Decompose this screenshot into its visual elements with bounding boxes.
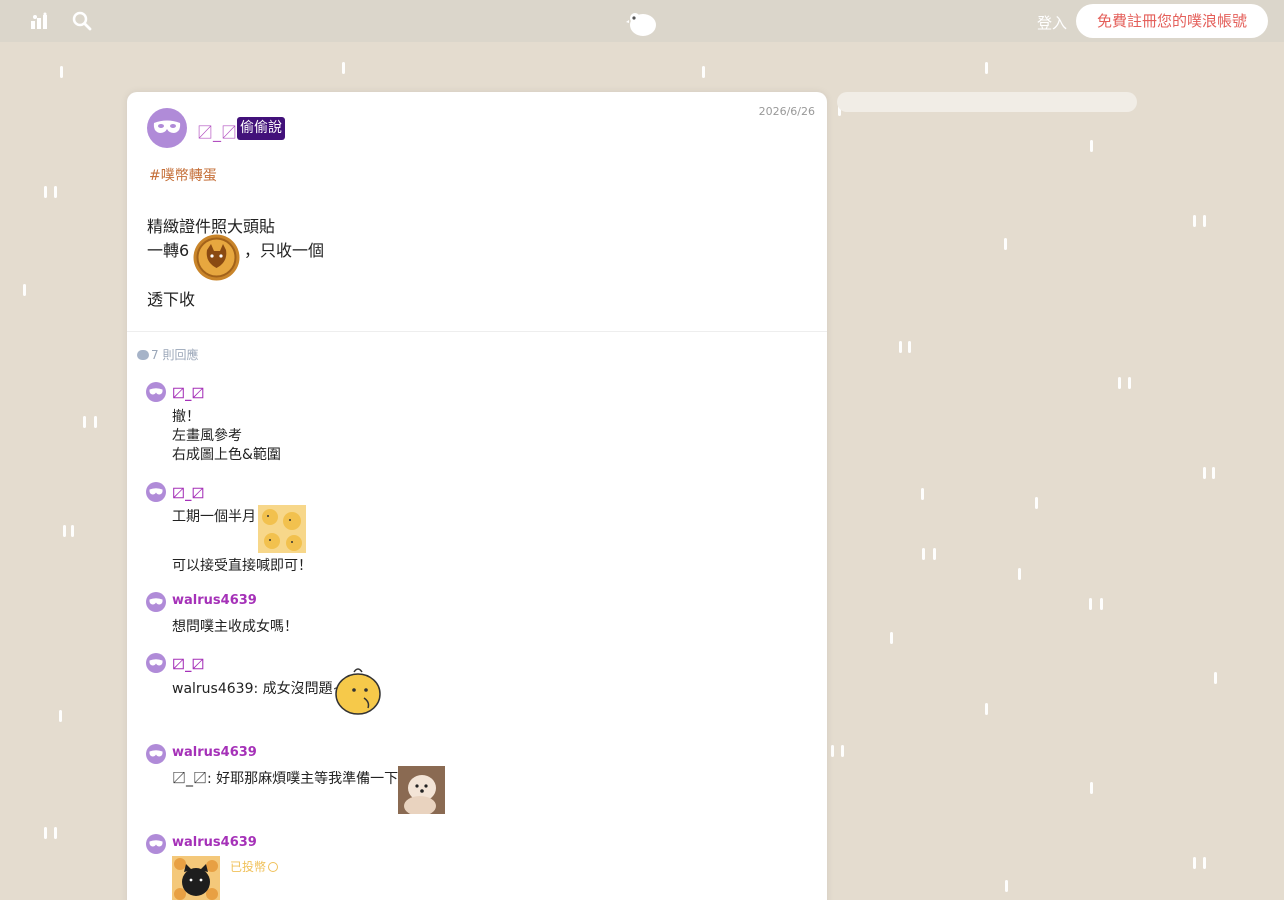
search-icon[interactable] [72,11,92,31]
post-text-line: 透下收 [147,290,196,309]
plurk-coin-icon [193,234,240,281]
post-date: 2026/6/26 [758,105,815,118]
plurk-logo-icon[interactable] [626,10,658,38]
mask-icon [149,659,163,666]
speech-bubble-icon [137,350,149,360]
hashtag-link[interactable]: #噗幣轉蛋 [149,165,217,185]
duck-sticker-pattern[interactable] [258,505,306,557]
mask-icon [149,750,163,757]
reply-author[interactable]: walrus4639 [172,835,257,850]
mask-icon [153,120,181,133]
mask-icon [149,388,163,395]
avatar[interactable] [147,108,187,148]
signup-button[interactable]: 免費註冊您的噗浪帳號 [1076,4,1268,38]
avatar[interactable] [146,653,166,673]
chick-sticker[interactable] [334,668,382,720]
reply-count-label: 7 則回應 [151,348,199,362]
reply-text: 右成圖上色&範圍 [172,447,281,463]
sidebar-placeholder [837,92,1137,112]
coin-mini-icon [268,862,279,872]
mask-icon [149,840,163,847]
reply-text: 工期一個半月 [172,509,256,525]
post-card: 〼_〼 偷偷說 2026/6/26 #噗幣轉蛋 精緻證件照大頭貼 一轉6 ，只收… [127,92,827,900]
reply-text: 想問噗主收成女嗎！ [172,619,298,635]
post-text-line: ，只收一個 [244,241,325,260]
login-link[interactable]: 登入 [1037,12,1067,33]
whisper-badge: 偷偷說 [237,117,285,140]
reply-author[interactable]: walrus4639 [172,593,257,608]
avatar[interactable] [146,592,166,612]
paid-note-label: 已投幣 [230,860,267,874]
cat-sticker-pattern[interactable] [172,856,220,900]
reply-text: 撤！ [172,409,200,425]
reply-text: 左畫風參考 [172,428,242,444]
reply-author[interactable]: 〼_〼 [172,654,205,673]
divider [127,331,827,332]
reply-author[interactable]: 〼_〼 [172,483,205,502]
mask-icon [149,488,163,495]
reply-text: 〼_〼: 好耶那麻煩噗主等我準備一下 [172,771,399,787]
avatar[interactable] [146,482,166,502]
avatar[interactable] [146,382,166,402]
avatar[interactable] [146,834,166,854]
reply-author[interactable]: 〼_〼 [172,383,205,402]
post-author[interactable]: 〼_〼 [197,119,237,143]
avatar[interactable] [146,744,166,764]
reply-text: walrus4639: 成女沒問題~ [172,681,345,697]
post-text-line: 一轉6 [147,241,190,260]
reply-author[interactable]: walrus4639 [172,745,257,760]
reply-text: 可以接受直接喊即可！ [172,558,312,574]
hot-icon[interactable] [30,12,50,30]
paid-note: 已投幣 [230,858,279,875]
top-bar: 登入 免費註冊您的噗浪帳號 [0,0,1284,42]
mask-icon [149,598,163,605]
reply-count[interactable]: 7 則回應 [137,346,198,363]
puppy-photo[interactable] [398,766,445,818]
